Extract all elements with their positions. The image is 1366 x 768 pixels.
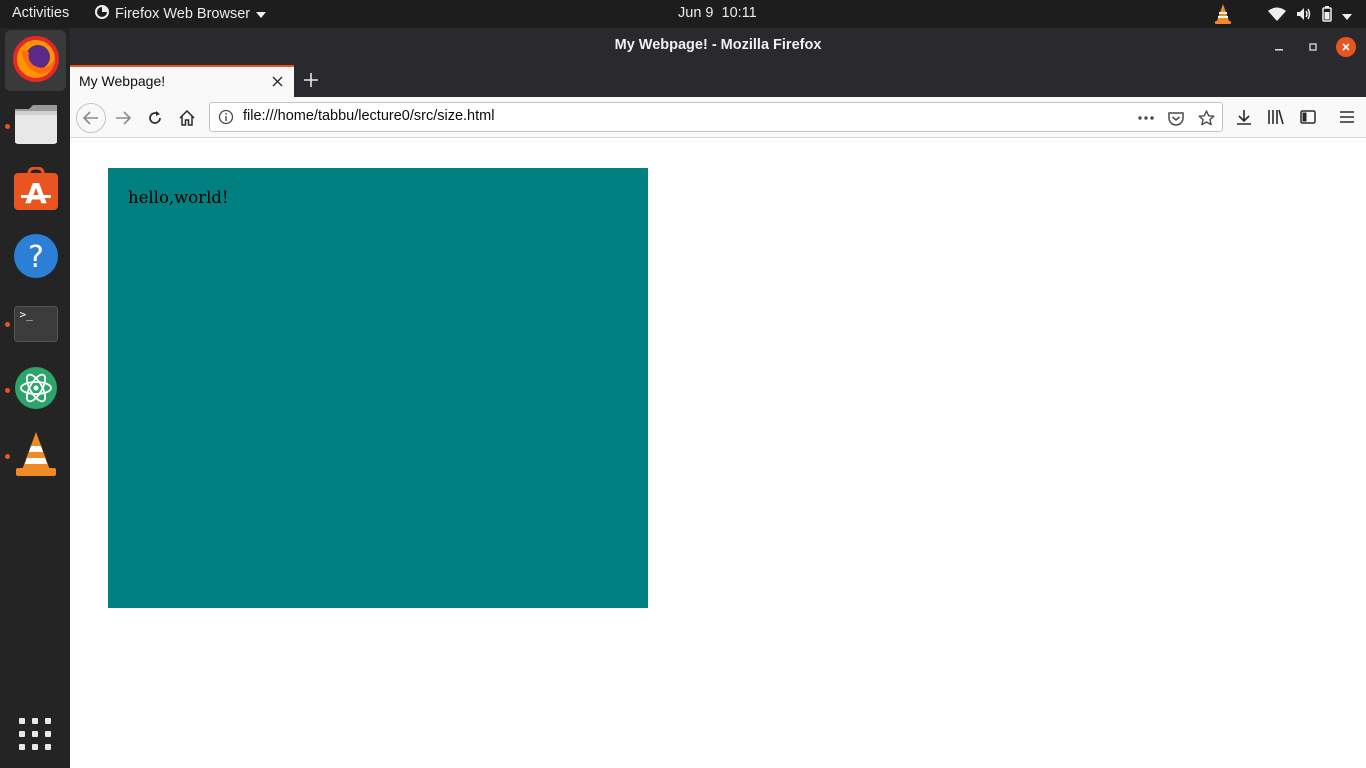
home-button[interactable] [174, 105, 200, 131]
dock-terminal[interactable]: >_ [5, 293, 66, 354]
dock-atom[interactable] [5, 359, 66, 420]
hamburger-menu-button[interactable] [1334, 104, 1360, 130]
page-content: hello,world! [70, 138, 1366, 768]
wifi-icon[interactable] [1268, 7, 1286, 25]
close-tab-icon[interactable] [268, 72, 286, 90]
site-info-icon[interactable] [218, 109, 234, 129]
forward-button[interactable] [110, 105, 136, 131]
back-button[interactable] [76, 103, 106, 133]
battery-icon[interactable] [1322, 6, 1332, 26]
vlc-icon [14, 430, 58, 482]
new-tab-button[interactable] [300, 68, 322, 92]
firefox-app-icon [95, 5, 109, 23]
app-menu[interactable]: Firefox Web Browser [95, 5, 267, 23]
firefox-window: My Webpage! - Mozilla Firefox My Webpage… [70, 28, 1366, 768]
url-bar-actions [1134, 107, 1218, 129]
sized-box: hello,world! [108, 168, 648, 608]
url-bar[interactable]: file:///home/tabbu/lecture0/src/size.htm… [209, 102, 1223, 132]
firefox-icon [12, 35, 59, 86]
terminal-prompt-glyph: >_ [19, 307, 33, 321]
page-actions-icon[interactable] [1134, 107, 1158, 129]
dock-firefox[interactable] [5, 30, 66, 91]
software-store-icon: A [13, 165, 59, 215]
top-bar: Activities Firefox Web Browser Jun 9 10:… [0, 0, 1366, 28]
tab-my-webpage[interactable]: My Webpage! [70, 65, 294, 97]
svg-text:A: A [25, 177, 47, 210]
bookmark-star-icon[interactable] [1194, 107, 1218, 129]
activities-button[interactable]: Activities [12, 5, 69, 21]
downloads-button[interactable] [1231, 104, 1257, 130]
close-window-button[interactable] [1336, 37, 1356, 57]
minimize-button[interactable] [1268, 36, 1290, 58]
dock-files[interactable] [5, 95, 66, 156]
dock-vlc[interactable] [5, 425, 66, 486]
hello-world-text: hello,world! [128, 188, 229, 207]
title-bar[interactable]: My Webpage! - Mozilla Firefox [70, 28, 1366, 65]
vlc-tray-icon[interactable] [1214, 3, 1232, 29]
url-text[interactable]: file:///home/tabbu/lecture0/src/size.htm… [243, 108, 494, 124]
show-applications-button[interactable] [19, 718, 51, 750]
system-tray[interactable] [1214, 3, 1352, 29]
window-title: My Webpage! - Mozilla Firefox [614, 37, 822, 53]
sidebar-toggle-button[interactable] [1295, 104, 1321, 130]
tab-title: My Webpage! [79, 73, 166, 89]
tab-bar: My Webpage! [70, 65, 1366, 97]
reload-button[interactable] [142, 105, 168, 131]
navigation-toolbar: file:///home/tabbu/lecture0/src/size.htm… [70, 97, 1366, 138]
volume-icon[interactable] [1296, 7, 1312, 25]
window-controls [1268, 36, 1356, 58]
clock[interactable]: Jun 9 10:11 [678, 5, 757, 21]
folder-icon [13, 103, 59, 149]
maximize-button[interactable] [1302, 36, 1324, 58]
svg-text:?: ? [28, 240, 44, 275]
atom-icon [14, 366, 58, 414]
system-menu-chevron-icon[interactable] [1342, 8, 1352, 24]
dock: A ? >_ [0, 28, 70, 768]
terminal-icon: >_ [13, 305, 58, 342]
library-button[interactable] [1263, 104, 1289, 130]
help-icon: ? [13, 233, 59, 283]
dock-help[interactable]: ? [5, 227, 66, 288]
pocket-icon[interactable] [1164, 107, 1188, 129]
chevron-down-icon [256, 6, 267, 22]
dock-ubuntu-software[interactable]: A [5, 160, 66, 221]
app-menu-label: Firefox Web Browser [115, 6, 251, 22]
